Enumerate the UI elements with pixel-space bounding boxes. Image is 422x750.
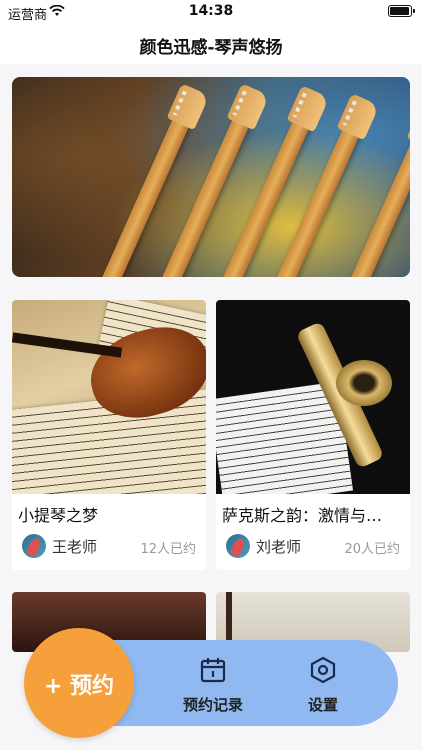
tab-records-label: 预约记录 xyxy=(182,696,243,714)
status-time: 14:38 xyxy=(188,3,234,19)
tab-settings[interactable]: 设置 xyxy=(278,640,368,726)
banner-image[interactable] xyxy=(12,77,410,277)
tab-records[interactable]: 预约记录 xyxy=(168,640,258,726)
booked-count: 12人已约 xyxy=(140,542,196,557)
status-bar: 运营商 14:38 xyxy=(0,0,422,24)
reserve-button-label: + 预约 xyxy=(43,674,115,699)
course-card[interactable]: 小提琴之梦 王老师 12人已约 xyxy=(12,300,206,570)
avatar xyxy=(22,534,46,558)
teacher-name: 刘老师 xyxy=(256,538,302,556)
course-card[interactable]: 萨克斯之韵：激情与… 刘老师 20人已约 xyxy=(216,300,410,570)
page-title: 颜色迅感-琴声悠扬 xyxy=(139,38,283,58)
reserve-button[interactable]: + 预约 xyxy=(24,628,134,738)
nav-bar: 颜色迅感-琴声悠扬 xyxy=(0,24,422,64)
battery-icon xyxy=(388,5,415,17)
card-title: 萨克斯之韵：激情与… xyxy=(222,506,383,525)
teacher-name: 王老师 xyxy=(52,538,98,556)
tab-settings-label: 设置 xyxy=(307,696,338,714)
violin-image xyxy=(12,300,206,494)
calendar-icon xyxy=(200,658,226,683)
bottom-tab-bar: 预约记录 设置 xyxy=(108,640,398,726)
saxophone-image xyxy=(216,300,410,494)
card-title: 小提琴之梦 xyxy=(18,506,99,525)
booked-count: 20人已约 xyxy=(344,542,400,557)
settings-hexagon-icon xyxy=(310,656,336,684)
avatar xyxy=(226,534,250,558)
